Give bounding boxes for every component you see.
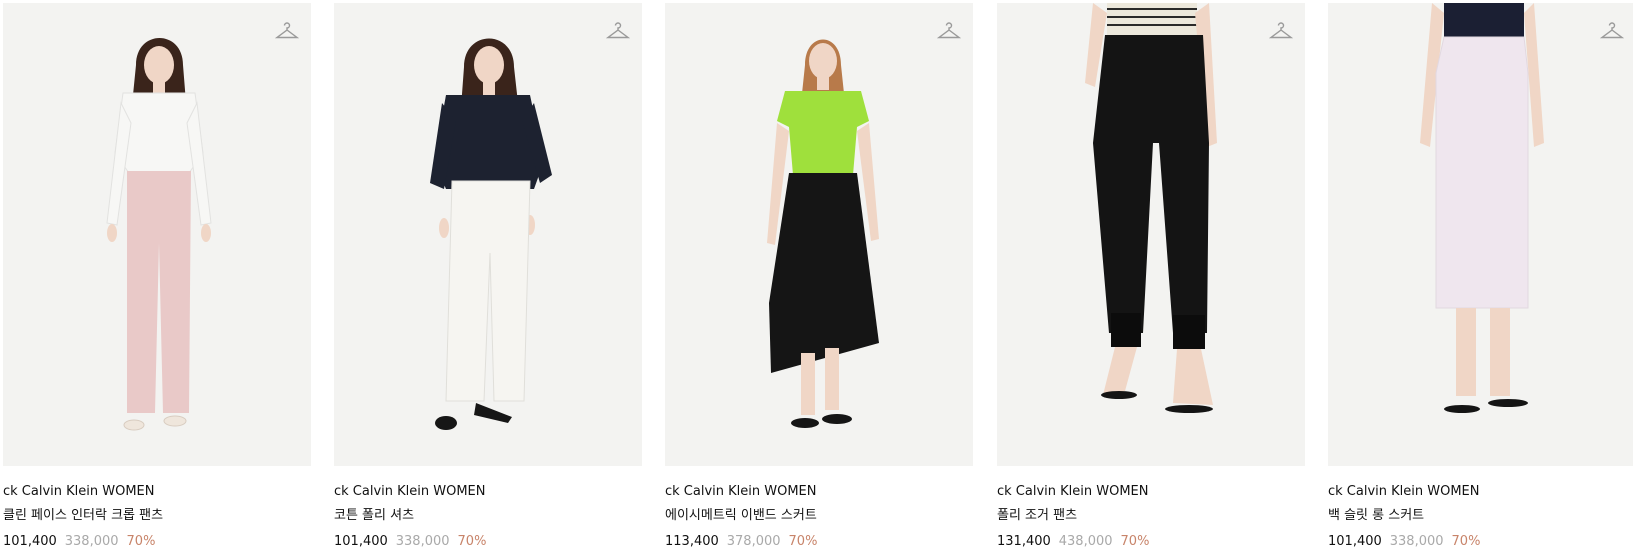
original-price: 378,000 [726,534,781,549]
hanger-icon[interactable] [606,19,630,43]
product-brand[interactable]: ck Calvin Klein WOMEN [334,483,486,501]
sale-price: 101,400 [3,534,57,549]
discount-rate: 70% [457,534,487,549]
model-photo-cropped [1085,3,1217,413]
hanger-icon[interactable] [1600,19,1624,43]
product-price-row: 101,400 338,000 70% [334,533,486,551]
product-brand[interactable]: ck Calvin Klein WOMEN [665,483,817,501]
discount-rate: 70% [788,534,818,549]
product-name[interactable]: 코튼 폴리 셔츠 [334,507,414,525]
product-brand[interactable]: ck Calvin Klein WOMEN [1328,483,1480,501]
product-name[interactable]: 클린 페이스 인터락 크롭 팬츠 [3,507,163,525]
discount-rate: 70% [1120,534,1150,549]
product-image[interactable] [3,3,311,466]
product-brand[interactable]: ck Calvin Klein WOMEN [997,483,1149,501]
product-brand[interactable]: ck Calvin Klein WOMEN [3,483,155,501]
product-price-row: 131,400 438,000 70% [997,533,1149,551]
original-price: 338,000 [64,534,119,549]
product-name[interactable]: 폴리 조거 팬츠 [997,507,1077,525]
product-card[interactable]: ck Calvin Klein WOMEN 코튼 폴리 셔츠 101,400 33… [334,3,642,551]
sale-price: 131,400 [997,534,1051,549]
product-grid: ck Calvin Klein WOMEN 클린 페이스 인터락 크롭 팬츠 1… [3,3,1633,560]
model-photo-full-body [106,38,212,431]
product-card[interactable]: ck Calvin Klein WOMEN 폴리 조거 팬츠 131,400 43… [997,3,1305,551]
product-image[interactable] [665,3,973,466]
model-photo-cropped [1420,3,1544,413]
product-price-row: 101,400 338,000 70% [3,533,155,551]
sale-price: 113,400 [665,534,719,549]
sale-price: 101,400 [334,534,388,549]
product-card[interactable]: ck Calvin Klein WOMEN 백 슬릿 롱 스커트 101,400… [1328,3,1633,551]
product-image[interactable] [1328,3,1633,466]
hanger-icon[interactable] [937,19,961,43]
hanger-icon[interactable] [1269,19,1293,43]
product-price-row: 101,400 338,000 70% [1328,533,1480,551]
sale-price: 101,400 [1328,534,1382,549]
product-name[interactable]: 에이시메트릭 이밴드 스커트 [665,507,817,525]
original-price: 338,000 [1389,534,1444,549]
original-price: 438,000 [1058,534,1113,549]
hanger-icon[interactable] [275,19,299,43]
product-card[interactable]: ck Calvin Klein WOMEN 클린 페이스 인터락 크롭 팬츠 1… [3,3,311,551]
original-price: 338,000 [395,534,450,549]
model-photo-full-body [767,39,879,428]
model-photo-full-body [430,38,552,430]
product-image[interactable] [334,3,642,466]
product-image[interactable] [997,3,1305,466]
discount-rate: 70% [1451,534,1481,549]
discount-rate: 70% [126,534,156,549]
product-card[interactable]: ck Calvin Klein WOMEN 에이시메트릭 이밴드 스커트 113… [665,3,973,551]
product-name[interactable]: 백 슬릿 롱 스커트 [1328,507,1424,525]
product-price-row: 113,400 378,000 70% [665,533,817,551]
